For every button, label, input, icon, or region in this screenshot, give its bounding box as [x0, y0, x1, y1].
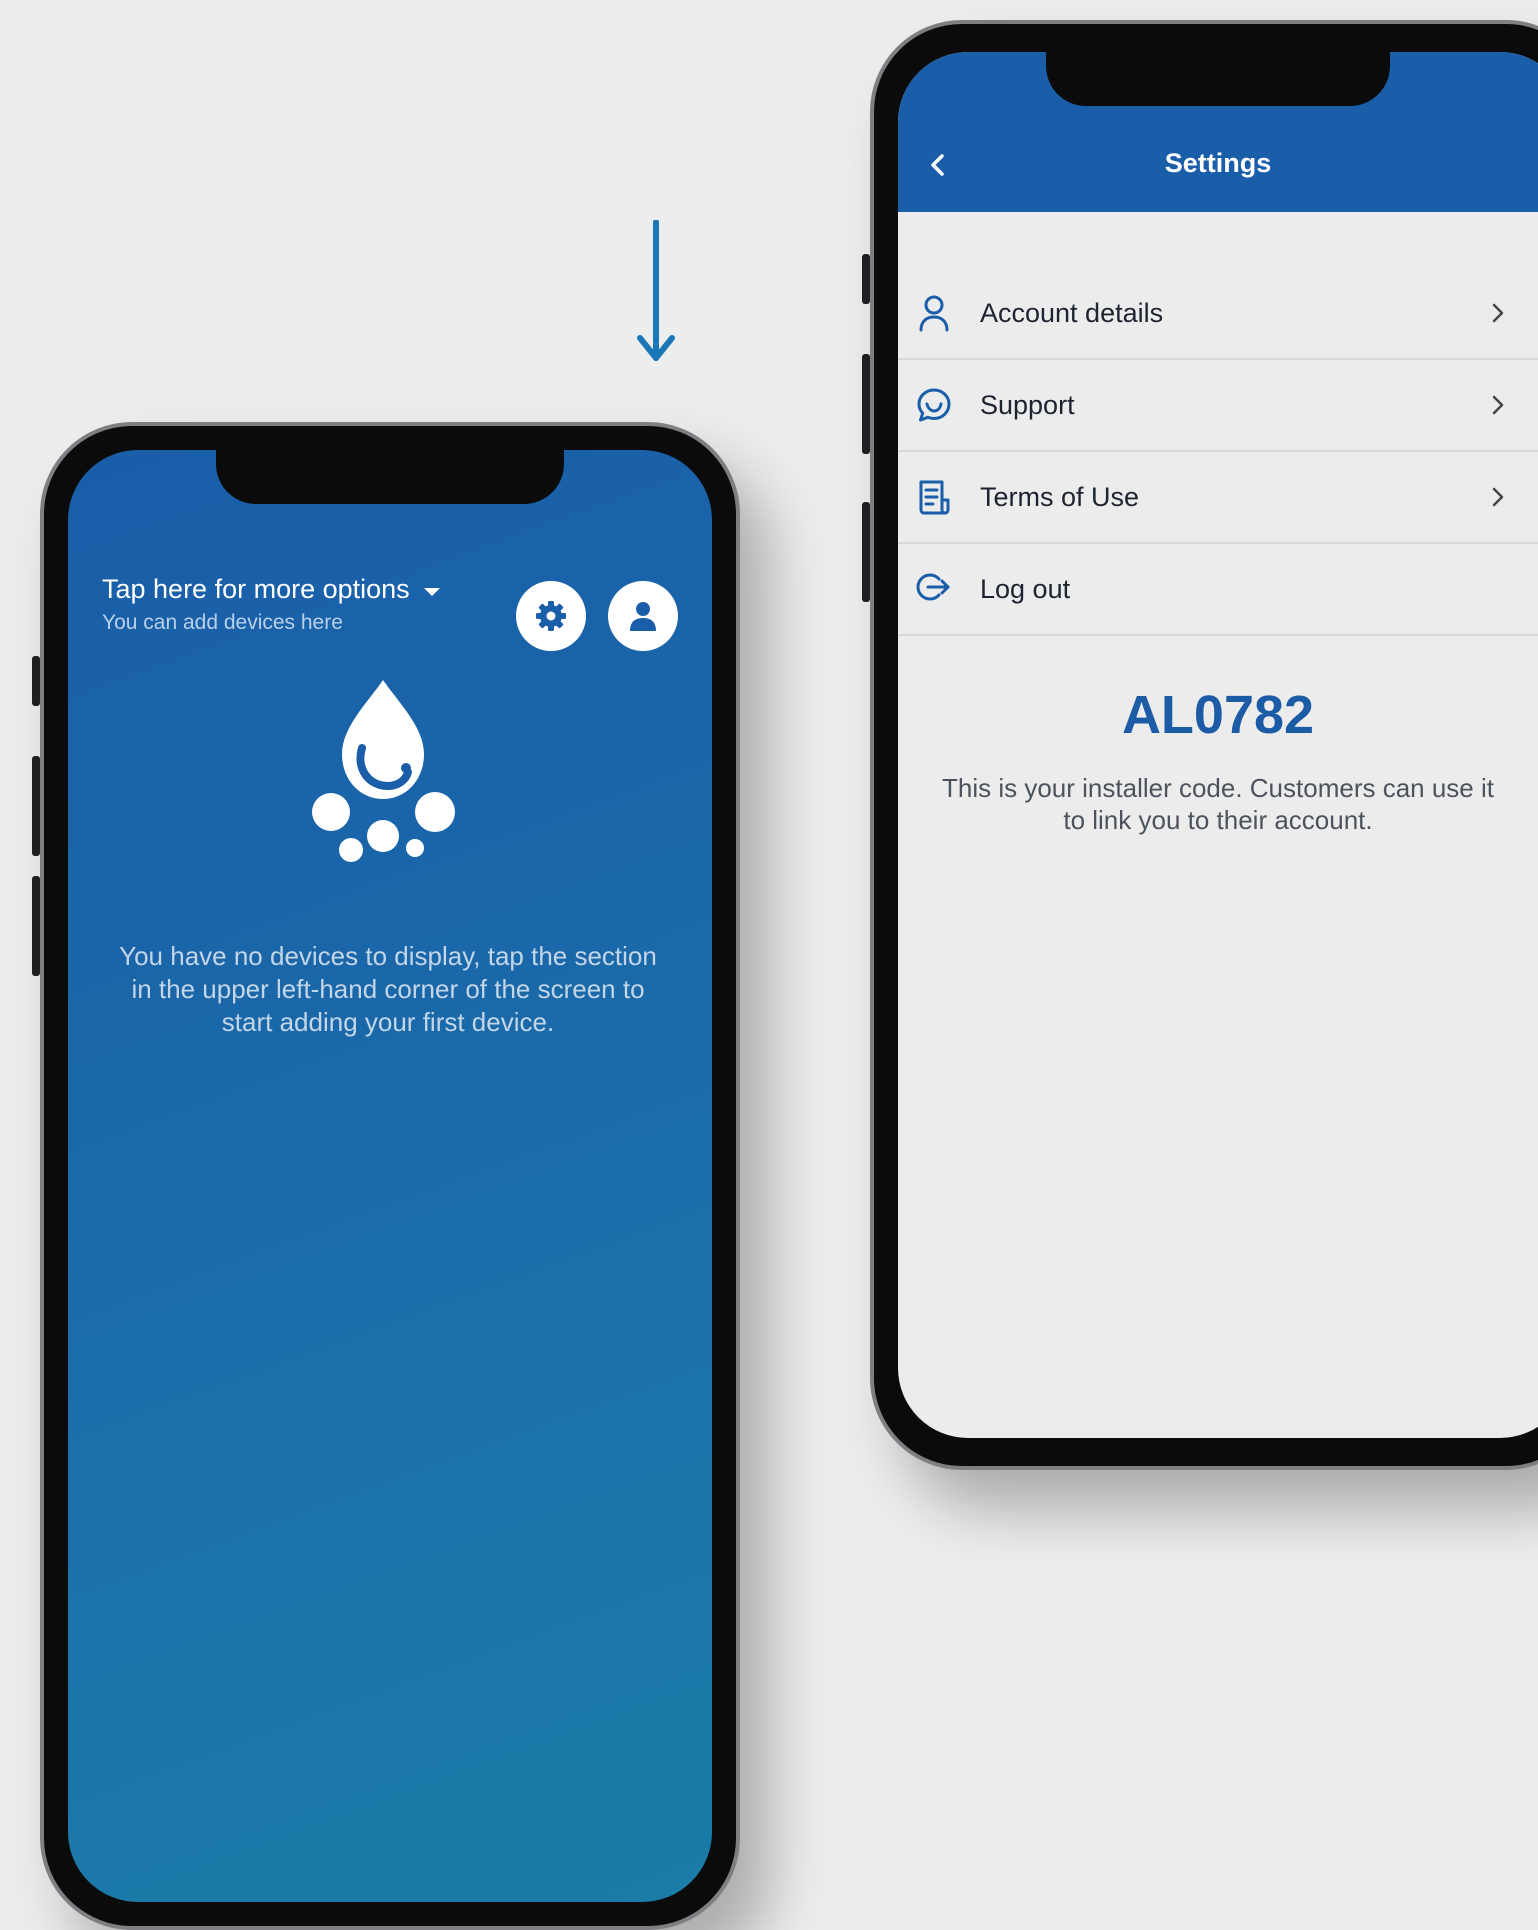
- silent-switch: [862, 254, 870, 304]
- menu-item-label: Terms of Use: [980, 481, 1140, 512]
- user-icon: [914, 293, 954, 333]
- installer-code-description: This is your installer code. Customers c…: [942, 773, 1494, 835]
- settings-phone: Settings Account details Support Terms o…: [862, 20, 1538, 1470]
- page-title: Settings: [1164, 148, 1272, 178]
- menu-item-account-details[interactable]: Account details: [898, 268, 1538, 360]
- gear-icon: [536, 601, 566, 631]
- notch: [1046, 52, 1390, 106]
- volume-up-button: [32, 756, 40, 856]
- menu-item-label: Account details: [980, 297, 1164, 328]
- user-icon: [630, 602, 656, 631]
- water-drop-icon: [312, 680, 455, 862]
- profile-button[interactable]: [608, 581, 678, 651]
- logout-icon: [914, 569, 954, 609]
- home-phone: Tap here for more options You can add de…: [32, 422, 740, 1930]
- volume-down-button: [32, 876, 40, 976]
- chevron-right-icon: [1488, 300, 1508, 326]
- installer-code: AL0782: [1121, 685, 1315, 745]
- options-menu[interactable]: Tap here for more options You can add de…: [102, 574, 440, 635]
- settings-menu: Account details Support Terms of Use Log…: [898, 268, 1538, 636]
- menu-item-label: Log out: [980, 573, 1071, 604]
- chat-icon: [914, 385, 954, 425]
- caret-down-icon: [423, 587, 440, 596]
- home-screen: Tap here for more options You can add de…: [68, 450, 712, 1902]
- empty-state-message: You have no devices to display, tap the …: [119, 941, 657, 1037]
- menu-item-label: Support: [980, 389, 1075, 420]
- options-title-row[interactable]: Tap here for more options: [102, 574, 440, 605]
- options-title: Tap here for more options: [102, 574, 410, 604]
- settings-button[interactable]: [516, 581, 586, 651]
- menu-item-log-out[interactable]: Log out: [898, 544, 1538, 636]
- chevron-right-icon: [1488, 484, 1508, 510]
- menu-item-terms-of-use[interactable]: Terms of Use: [898, 452, 1538, 544]
- chevron-right-icon: [1488, 392, 1508, 418]
- menu-item-support[interactable]: Support: [898, 360, 1538, 452]
- notch: [216, 450, 564, 504]
- document-icon: [914, 477, 954, 517]
- down-arrow-icon: [637, 220, 675, 361]
- volume-down-button: [862, 502, 870, 602]
- options-subtitle: You can add devices here: [102, 611, 343, 634]
- volume-up-button: [862, 354, 870, 454]
- silent-switch: [32, 656, 40, 706]
- settings-screen: Settings Account details Support Terms o…: [898, 52, 1538, 1438]
